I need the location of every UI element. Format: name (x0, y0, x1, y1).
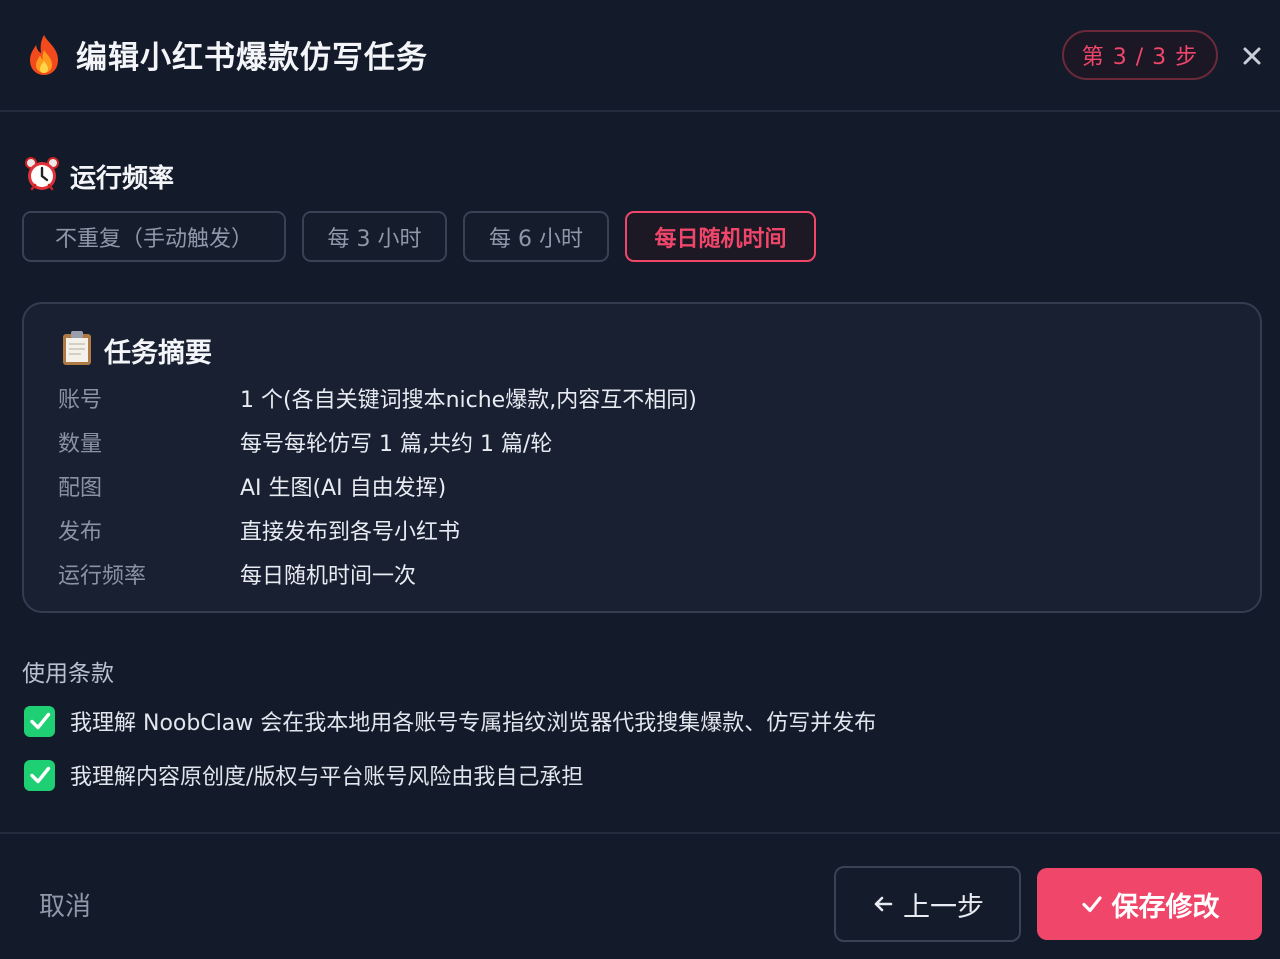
close-button[interactable] (1238, 42, 1266, 70)
task-summary-card: 任务摘要 账号 1 个(各自关键词搜本niche爆款,内容互不相同) 数量 每号… (22, 302, 1262, 613)
previous-step-label: 上一步 (903, 891, 984, 923)
frequency-option-daily-random[interactable]: 每日随机时间 (625, 211, 816, 262)
summary-key: 配图 (58, 476, 103, 501)
fire-icon (26, 34, 62, 76)
save-changes-button[interactable]: 保存修改 (1037, 868, 1262, 940)
summary-key: 数量 (58, 432, 103, 457)
checkmark-icon (1080, 892, 1104, 916)
edit-task-modal: 编辑小红书爆款仿写任务 第 3 / 3 步 运行频率 不重复（手动触发） 每 3… (0, 0, 1280, 959)
cancel-button[interactable]: 取消 (39, 886, 91, 923)
frequency-option-manual[interactable]: 不重复（手动触发） (22, 211, 286, 262)
term-checkbox[interactable] (24, 759, 55, 791)
clipboard-icon (60, 330, 94, 370)
checkmark-icon (29, 712, 50, 730)
frequency-option-3h[interactable]: 每 3 小时 (302, 211, 447, 262)
previous-step-button[interactable]: 上一步 (834, 866, 1021, 942)
summary-key: 账号 (58, 388, 103, 413)
arrow-left-icon (871, 892, 895, 916)
summary-value: 1 个(各自关键词搜本niche爆款,内容互不相同) (240, 388, 697, 413)
summary-title: 任务摘要 (104, 337, 212, 369)
summary-row-frequency: 运行频率 每日随机时间一次 (58, 558, 1238, 589)
frequency-option-6h[interactable]: 每 6 小时 (463, 211, 609, 262)
frequency-title: 运行频率 (70, 163, 175, 194)
summary-key: 发布 (58, 520, 103, 545)
term-label: 我理解内容原创度/版权与平台账号风险由我自己承担 (70, 765, 584, 790)
frequency-section-heading: 运行频率 (24, 156, 174, 196)
term-item-liability: 我理解内容原创度/版权与平台账号风险由我自己承担 (24, 759, 583, 791)
summary-row-publish: 发布 直接发布到各号小红书 (58, 514, 1238, 545)
term-checkbox[interactable] (24, 705, 55, 737)
terms-title: 使用条款 (22, 661, 114, 687)
modal-header: 编辑小红书爆款仿写任务 第 3 / 3 步 (0, 0, 1280, 112)
summary-row-quantity: 数量 每号每轮仿写 1 篇,共约 1 篇/轮 (58, 426, 1238, 457)
summary-value: 直接发布到各号小红书 (240, 520, 461, 545)
summary-key: 运行频率 (58, 564, 147, 589)
term-item-authorization: 我理解 NoobClaw 会在我本地用各账号专属指纹浏览器代我搜集爆款、仿写并发… (24, 705, 876, 737)
term-label: 我理解 NoobClaw 会在我本地用各账号专属指纹浏览器代我搜集爆款、仿写并发… (70, 711, 877, 736)
checkmark-icon (29, 766, 50, 784)
footer-divider (0, 832, 1280, 834)
alarm-clock-icon (24, 156, 60, 196)
summary-value: AI 生图(AI 自由发挥) (240, 476, 447, 501)
close-icon (1243, 47, 1261, 65)
summary-value: 每日随机时间一次 (240, 564, 417, 589)
summary-row-images: 配图 AI 生图(AI 自由发挥) (58, 470, 1238, 501)
save-changes-label: 保存修改 (1111, 891, 1220, 923)
summary-row-account: 账号 1 个(各自关键词搜本niche爆款,内容互不相同) (58, 382, 1238, 413)
modal-title: 编辑小红书爆款仿写任务 (76, 40, 428, 76)
summary-value: 每号每轮仿写 1 篇,共约 1 篇/轮 (240, 432, 553, 457)
summary-heading: 任务摘要 (60, 330, 212, 370)
step-badge: 第 3 / 3 步 (1062, 30, 1218, 80)
